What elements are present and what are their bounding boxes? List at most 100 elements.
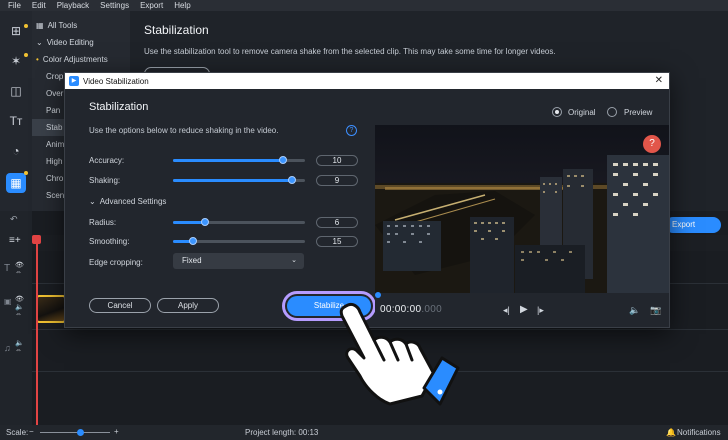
preview-radio-label[interactable]: Preview [624,108,652,117]
radius-slider[interactable] [173,218,305,226]
snapshot-icon[interactable]: 📷 [650,305,661,316]
transitions-icon[interactable]: ◫ [6,81,26,101]
cancel-button[interactable]: Cancel [89,298,151,313]
previous-frame-icon[interactable]: ◂| [503,305,510,316]
project-length: Project length: 00:13 [245,428,319,437]
chevron-down-icon: ⌄ [89,197,96,206]
volume-icon[interactable]: 🔈 [15,339,24,347]
tool-rail: ⊞ ✶ ◫ Tт ◔ ▦ [0,11,32,211]
menu-export[interactable]: Export [140,0,163,11]
volume-icon[interactable]: 🔈 [629,305,640,316]
undo-icon[interactable]: ↶ [10,214,18,225]
tool-item-label: Anim [46,140,65,149]
zoom-out-icon[interactable]: − [29,427,34,436]
playhead-handle[interactable] [32,235,41,244]
tool-item-label: Pan [46,106,61,115]
tool-item-label: Chro [46,174,64,183]
play-icon[interactable]: ▶ [520,304,528,315]
smoothing-value[interactable]: 15 [316,236,358,247]
preview-radio[interactable] [607,107,617,117]
preview-scrubber-knob[interactable] [375,292,381,298]
pointing-hand-illustration [339,302,460,406]
radius-value[interactable]: 6 [316,217,358,228]
accuracy-value[interactable]: 10 [316,155,358,166]
link-icon[interactable]: ⇔ [15,269,22,276]
shaking-value[interactable]: 9 [316,175,358,186]
accuracy-slider[interactable] [173,156,305,164]
text-track-icon: T [4,263,11,274]
advanced-settings-toggle[interactable]: ⌄ Advanced Settings [89,197,166,206]
tool-item-label: High [46,157,63,166]
smoothing-label: Smoothing: [89,237,130,246]
accuracy-label: Accuracy: [89,156,125,165]
tool-item-label: Color Adjustments [42,55,108,64]
shaking-slider-knob[interactable] [287,176,296,184]
more-tools-icon[interactable]: ▦ [6,173,26,193]
volume-icon[interactable]: 🔈 [15,303,24,311]
panel-title: Stabilization [144,23,209,37]
tool-item-video-editing[interactable]: ⌄ Video Editing [32,34,130,51]
dialog-heading: Stabilization [89,101,149,113]
next-frame-icon[interactable]: |▸ [537,305,544,316]
tool-item-label: Over [46,89,64,98]
tool-item-label: Scen [46,191,65,200]
magic-wand-icon[interactable]: ✶ [6,51,26,71]
radius-slider-knob[interactable] [200,218,209,226]
help-icon[interactable]: ? [346,125,357,136]
cuff-button [437,389,443,395]
import-icon[interactable]: ⊞ [6,21,26,41]
status-bar: Scale: − + Project length: 00:13 🔔 Notif… [0,425,728,440]
notification-dot [24,24,28,28]
zoom-in-icon[interactable]: + [114,427,119,436]
app-icon: ▶ [69,76,79,86]
tool-item-all-tools[interactable]: ▦ All Tools [32,17,130,34]
stickers-icon[interactable]: ◔ [6,141,26,161]
smoothing-slider-knob[interactable] [188,237,197,245]
menu-file[interactable]: File [8,0,21,11]
visibility-icon[interactable]: 👁 [15,261,24,269]
notifications-icon[interactable]: 🔔 [666,428,676,437]
link-icon[interactable]: ⇔ [15,347,22,354]
dialog-window-title: Video Stabilization [83,77,149,86]
scale-slider[interactable] [40,432,110,433]
tool-item-label: Stab [46,123,63,132]
titles-icon[interactable]: Tт [6,111,26,131]
menu-playback[interactable]: Playback [57,0,89,11]
city-night-image [375,125,669,293]
video-clip[interactable] [36,295,66,323]
scale-label: Scale: [6,428,29,437]
notifications-label[interactable]: Notifications [677,428,721,437]
video-track-icon: ▣ [4,297,12,306]
visibility-icon[interactable]: 👁 [15,295,24,303]
close-icon[interactable]: ✕ [655,75,663,86]
video-stabilization-dialog: ▶ Video Stabilization ✕ Stabilization Us… [64,72,670,328]
chevron-down-icon: ⌄ [291,257,297,264]
dialog-titlebar: ▶ Video Stabilization ✕ [65,73,669,89]
track-headers: ↶ ≡+ T 👁 ⇔ ▣ 👁 🔈 ⇔ ♫ 🔈 ⇔ [0,211,32,425]
tool-item-marker: ⌄ [36,38,43,47]
video-preview[interactable]: ? [375,125,669,293]
add-track-icon[interactable]: ≡+ [9,235,21,246]
music-track-icon: ♫ [4,343,11,353]
apply-button[interactable]: Apply [157,298,219,313]
tool-item-label: All Tools [47,21,78,30]
smoothing-slider[interactable] [173,237,305,245]
scale-slider-knob[interactable] [77,429,84,436]
shaking-label: Shaking: [89,176,121,185]
edge-cropping-select[interactable]: Fixed ⌄ [173,253,304,269]
menu-edit[interactable]: Edit [32,0,46,11]
export-button[interactable]: Export [665,217,721,233]
original-radio-label[interactable]: Original [568,108,596,117]
shaking-slider[interactable] [173,176,305,184]
original-radio[interactable] [552,107,562,117]
menu-settings[interactable]: Settings [100,0,129,11]
tool-item-color-adjustments[interactable]: • Color Adjustments [32,51,130,68]
preview-help-icon[interactable]: ? [643,135,661,153]
tool-item-label: Crop [46,72,64,81]
playhead[interactable] [36,235,38,425]
accuracy-slider-knob[interactable] [279,156,287,164]
link-icon[interactable]: ⇔ [15,311,22,318]
panel-description: Use the stabilization tool to remove cam… [144,47,556,56]
notification-dot [24,53,28,57]
menu-help[interactable]: Help [174,0,190,11]
